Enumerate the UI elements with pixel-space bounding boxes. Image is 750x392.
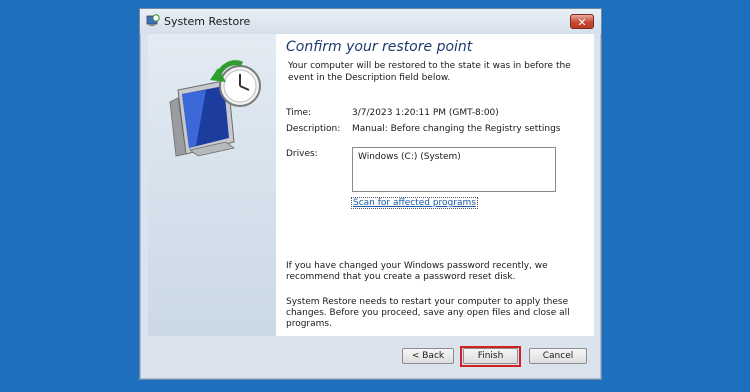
password-note: If you have changed your Windows passwor… <box>286 261 548 282</box>
content-panel: Confirm your restore point Your computer… <box>276 34 594 336</box>
system-restore-computer-clock-icon <box>169 60 261 157</box>
system-restore-window: System Restore ✕ Confirm your restore po… <box>139 8 602 380</box>
finish-button[interactable]: Finish <box>463 348 518 364</box>
page-title: Confirm your restore point <box>286 39 473 55</box>
description-label: Description: <box>286 124 341 134</box>
drives-list[interactable]: Windows (C:) (System) <box>352 147 556 192</box>
drives-label: Drives: <box>286 149 318 159</box>
time-value: 3/7/2023 1:20:11 PM (GMT-8:00) <box>352 108 499 118</box>
list-item[interactable]: Windows (C:) (System) <box>358 152 461 162</box>
close-button[interactable]: ✕ <box>570 14 594 29</box>
description-value: Manual: Before changing the Registry set… <box>352 124 561 134</box>
intro-text: Your computer will be restored to the st… <box>288 61 571 83</box>
title-bar[interactable]: System Restore ✕ <box>140 9 601 34</box>
back-button[interactable]: < Back <box>402 348 454 364</box>
restart-note: System Restore needs to restart your com… <box>286 297 570 329</box>
system-restore-icon <box>146 14 160 26</box>
side-panel <box>148 34 276 336</box>
close-icon: ✕ <box>577 16 587 29</box>
window-title: System Restore <box>164 15 251 28</box>
scan-affected-programs-link[interactable]: Scan for affected programs <box>351 197 478 209</box>
cancel-button[interactable]: Cancel <box>529 348 587 364</box>
time-label: Time: <box>286 108 312 118</box>
